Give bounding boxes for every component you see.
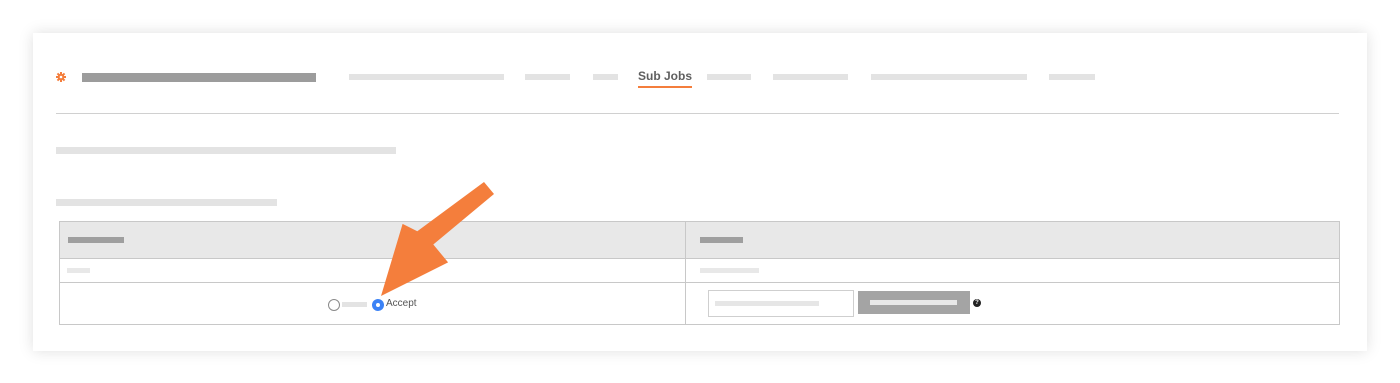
input-value-placeholder (715, 301, 819, 306)
subsection-heading-placeholder (56, 199, 277, 206)
table-row (59, 258, 1340, 283)
tab-placeholder-6[interactable] (871, 74, 1027, 80)
column-header-2 (685, 221, 1340, 259)
table-row: Accept ? (59, 282, 1340, 325)
table-cell (685, 258, 1340, 283)
cell-placeholder (67, 268, 90, 273)
tab-placeholder-4[interactable] (707, 74, 751, 80)
tab-placeholder-3[interactable] (593, 74, 618, 80)
column-header-2-placeholder (700, 237, 743, 243)
radio-accept[interactable] (372, 299, 384, 311)
tab-placeholder-7[interactable] (1049, 74, 1095, 80)
column-header-1 (59, 221, 686, 259)
column-header-1-placeholder (68, 237, 124, 243)
table-cell-radio-group: Accept (59, 282, 686, 325)
radio-option-1[interactable] (328, 299, 340, 311)
question-circle-icon[interactable]: ? (973, 299, 981, 307)
tab-sub-jobs[interactable]: Sub Jobs (638, 69, 693, 88)
table-cell (59, 258, 686, 283)
radio-accept-label: Accept (386, 298, 417, 309)
header-divider (56, 113, 1339, 114)
button-label-placeholder (870, 300, 957, 305)
table-header-row (59, 221, 1340, 259)
cell-placeholder (700, 268, 759, 273)
action-button[interactable] (858, 291, 970, 314)
text-input-field[interactable] (708, 290, 854, 317)
page-title-placeholder (82, 73, 316, 82)
tab-placeholder-2[interactable] (525, 74, 570, 80)
radio-option-1-label-placeholder (342, 302, 367, 307)
gear-icon[interactable] (56, 72, 66, 82)
tab-placeholder-5[interactable] (773, 74, 848, 80)
table-cell-input: ? (685, 282, 1340, 325)
tab-placeholder-1[interactable] (349, 74, 504, 80)
settings-table: Accept ? (59, 221, 1340, 325)
section-heading-placeholder (56, 147, 396, 154)
